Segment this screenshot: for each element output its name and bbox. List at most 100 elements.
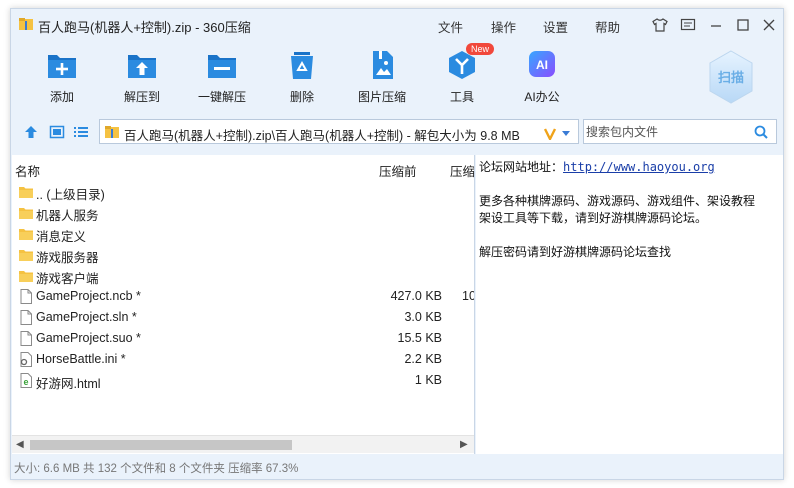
add-file-icon <box>48 55 76 78</box>
column-compressed-size[interactable]: 压缩 <box>450 161 474 180</box>
tools-label: 工具 <box>449 90 474 104</box>
search-box <box>583 119 777 144</box>
file-name: GameProject.suo * <box>36 331 141 345</box>
list-view-icon[interactable] <box>73 125 89 139</box>
comment-line: 更多各种棋牌源码、游戏源码、游戏组件、架设教程 <box>479 194 756 208</box>
folder-icon <box>19 271 33 282</box>
extract-to-icon <box>128 55 156 78</box>
folder-icon <box>19 229 33 240</box>
column-original-size[interactable]: 压缩前 <box>379 161 417 180</box>
feedback-button[interactable] <box>679 16 697 34</box>
scan-label: 扫描 <box>718 70 744 86</box>
minimize-button[interactable] <box>707 16 725 34</box>
menu-help[interactable]: 帮助 <box>595 17 620 36</box>
minimize-icon <box>711 25 721 27</box>
delete-button[interactable]: 删除 <box>260 49 344 105</box>
title-bar: 百人跑马(机器人+控制).zip - 360压缩 文件 操作 设置 帮助 <box>11 9 783 39</box>
forum-url-label: 论坛网站地址： <box>479 160 564 174</box>
image-compress-button[interactable]: 图片压缩 <box>340 49 424 105</box>
scan-shield-icon: 扫描 <box>709 50 753 104</box>
status-bar: 大小: 6.6 MB 共 132 个文件和 8 个文件夹 压缩率 67.3% <box>11 457 783 479</box>
recycle-bin-icon <box>291 52 313 79</box>
scan-button[interactable]: 扫描 <box>708 49 754 105</box>
delete-label: 删除 <box>289 90 314 104</box>
file-icon <box>20 310 32 325</box>
thumbnail-view-icon[interactable] <box>49 125 65 139</box>
html-file-icon: e <box>20 373 32 388</box>
file-row[interactable]: HorseBattle.ini * 2.2 KB <box>12 349 474 370</box>
forum-link[interactable]: http://www.haoyou.org <box>563 160 715 174</box>
folder-icon <box>19 208 33 219</box>
close-button[interactable] <box>760 16 778 34</box>
skin-button[interactable] <box>651 16 669 34</box>
file-name: 机器人服务 <box>36 209 99 223</box>
folder-row[interactable]: 游戏服务器 <box>12 244 474 265</box>
file-row[interactable]: e 好游网.html 1 KB <box>12 370 474 391</box>
shirt-icon <box>652 18 668 32</box>
horizontal-scrollbar[interactable]: ◀ ▶ <box>12 435 474 453</box>
app-window: 百人跑马(机器人+控制).zip - 360压缩 文件 操作 设置 帮助 添加 … <box>10 8 784 480</box>
up-arrow-icon[interactable] <box>23 125 39 139</box>
path-text: 百人跑马(机器人+控制).zip\百人跑马(机器人+控制) - 解包大小为 9.… <box>124 129 520 143</box>
folder-icon <box>19 187 33 198</box>
file-icon <box>20 331 32 346</box>
ai-office-button[interactable]: AI AI办公 <box>500 49 584 105</box>
menu-operation[interactable]: 操作 <box>491 17 516 36</box>
maximize-icon <box>737 19 749 31</box>
menu-settings[interactable]: 设置 <box>543 17 568 36</box>
add-button[interactable]: 添加 <box>20 49 104 105</box>
column-name[interactable]: 名称 <box>15 161 40 180</box>
file-size: 15.5 KB <box>397 331 442 345</box>
scrollbar-thumb[interactable] <box>30 440 292 450</box>
file-size: 3.0 KB <box>404 310 442 324</box>
folder-row[interactable]: .. (上级目录) <box>12 181 474 202</box>
image-compress-label: 图片压缩 <box>357 90 406 104</box>
window-title: 百人跑马(机器人+控制).zip - 360压缩 <box>38 20 251 35</box>
tools-button[interactable]: New 工具 <box>420 43 504 105</box>
file-size: 427.0 KB <box>390 289 442 303</box>
file-row[interactable]: GameProject.sln * 3.0 KB <box>12 307 474 328</box>
zip-archive-icon <box>19 18 33 30</box>
file-row[interactable]: GameProject.suo * 15.5 KB <box>12 328 474 349</box>
scroll-right-icon[interactable]: ▶ <box>460 439 468 450</box>
folder-row[interactable]: 消息定义 <box>12 223 474 244</box>
folder-icon <box>19 250 33 261</box>
image-compress-icon <box>373 51 393 79</box>
add-label: 添加 <box>49 90 74 104</box>
comment-line: 解压密码请到好游棋牌源码论坛查找 <box>479 245 672 259</box>
search-icon[interactable] <box>754 125 768 139</box>
scroll-left-icon[interactable]: ◀ <box>16 439 24 450</box>
one-click-extract-icon <box>208 55 236 78</box>
extract-to-button[interactable]: 解压到 <box>100 49 184 105</box>
file-name: 消息定义 <box>36 230 87 244</box>
file-name: 游戏客户端 <box>36 272 99 286</box>
new-badge: New <box>466 43 495 55</box>
file-size: 2.2 KB <box>404 352 442 366</box>
toolbar: 添加 解压到 一键解压 删除 图片压缩 New 工具 AI AI办公 <box>11 39 783 117</box>
message-icon <box>680 18 696 31</box>
file-name: HorseBattle.ini * <box>36 352 126 366</box>
menu-file[interactable]: 文件 <box>438 17 463 36</box>
one-click-extract-button[interactable]: 一键解压 <box>180 49 264 105</box>
file-list: 名称 压缩前 压缩 .. (上级目录) 机器人服务 消息定义 游戏服务器 游戏客户端 Ga… <box>12 155 475 454</box>
one-click-extract-label: 一键解压 <box>197 90 246 104</box>
ai-office-label: AI办公 <box>524 90 560 104</box>
archive-comment: 论坛网站地址：http://www.haoyou.org 更多各种棋牌源码、游戏… <box>476 155 783 454</box>
maximize-button[interactable] <box>734 16 752 34</box>
file-name: .. (上级目录) <box>36 188 105 202</box>
path-bar[interactable]: 百人跑马(机器人+控制).zip\百人跑马(机器人+控制) - 解包大小为 9.… <box>99 119 579 144</box>
ai-glyph: AI <box>536 58 548 72</box>
chevron-down-icon[interactable] <box>544 128 572 140</box>
file-name: 游戏服务器 <box>36 251 99 265</box>
comment-line: 架设工具等下载，请到好游棋牌源码论坛。 <box>479 211 708 225</box>
settings-file-icon <box>20 352 32 367</box>
file-name: 好游网.html <box>36 377 101 391</box>
svg-text:e: e <box>23 377 28 387</box>
file-name: GameProject.sln * <box>36 310 137 324</box>
file-row[interactable]: GameProject.ncb * 427.0 KB 10 <box>12 286 474 307</box>
search-input[interactable] <box>586 122 746 141</box>
extract-to-label: 解压到 <box>123 90 160 104</box>
folder-row[interactable]: 机器人服务 <box>12 202 474 223</box>
folder-row[interactable]: 游戏客户端 <box>12 265 474 286</box>
file-size: 1 KB <box>414 373 442 387</box>
